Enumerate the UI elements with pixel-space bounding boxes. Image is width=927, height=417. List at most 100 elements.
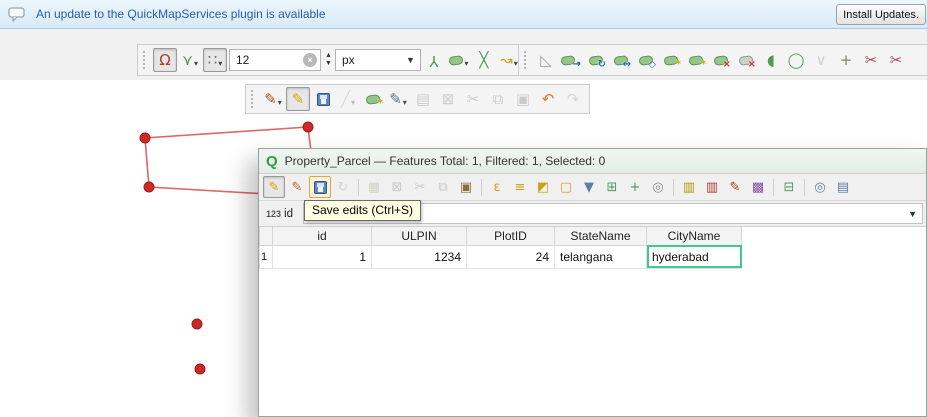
save-layer-edits-button[interactable] xyxy=(311,87,335,111)
field-name-label: id xyxy=(284,207,293,220)
current-edits-button[interactable]: ✎ ▾ xyxy=(261,87,285,111)
enable-snapping-button[interactable]: Ω xyxy=(153,48,177,72)
column-header-ulpin[interactable]: ULPIN xyxy=(371,227,467,246)
attribute-table-toolbar: ✎ ✎ ↻ ▦ ⊠ ✂ ⧉ ▣ ε ≡ ◩ ▢ ▼ ⊞ + ◎ ▥ ▥ ✎ ▩ ⊟ ◎ ▤ xyxy=(259,174,926,201)
column-header-cityname[interactable]: CityName xyxy=(646,227,742,246)
rotate-feature-button[interactable]: ↻ xyxy=(584,48,608,72)
toggle-editing-button[interactable]: ✎ xyxy=(286,87,310,111)
toolbar-grip[interactable] xyxy=(251,90,256,108)
topological-editing-button[interactable]: Y xyxy=(422,48,446,72)
vertex-tool-button[interactable]: ✎ ▾ xyxy=(386,87,410,111)
point-feature xyxy=(194,363,206,375)
dock-attribute-table-button[interactable]: ⊟ xyxy=(778,176,800,198)
snapping-type-button[interactable]: ∷ ▾ xyxy=(203,48,227,72)
cell-cityname[interactable]: hyderabad xyxy=(646,244,742,269)
delete-field-button[interactable]: ▥ xyxy=(701,176,723,198)
add-ring-button[interactable]: * xyxy=(659,48,683,72)
column-header-plotid[interactable]: PlotID xyxy=(466,227,555,246)
undo-button[interactable]: ↶ xyxy=(536,87,560,111)
field-calculator-button[interactable]: ✎ xyxy=(724,176,746,198)
simplify-feature-button[interactable]: ◇ xyxy=(634,48,658,72)
row-number[interactable]: 1 xyxy=(259,244,273,269)
toolbar-grip[interactable] xyxy=(143,51,148,69)
offset-curve-button[interactable]: ◯ xyxy=(784,48,808,72)
delete-selected-button: ⊠ xyxy=(386,176,408,198)
cell-ulpin[interactable]: 1234 xyxy=(371,244,467,269)
select-all-button[interactable]: ≡ xyxy=(509,176,531,198)
save-edits-tooltip: Save edits (Ctrl+S) xyxy=(304,200,422,221)
undo-icon: ↶ xyxy=(541,89,555,108)
split-parts-button[interactable]: ✂ xyxy=(884,48,908,72)
window-titlebar[interactable]: Q Property_Parcel — Features Total: 1, F… xyxy=(259,149,926,174)
cut-features-icon: ✂ xyxy=(466,89,480,108)
toolbar-separator xyxy=(358,178,359,196)
filter-select-button[interactable]: ▼ xyxy=(578,176,600,198)
move-feature-button[interactable]: → ▾ xyxy=(559,48,583,72)
multi-edit-button[interactable]: ✎ xyxy=(286,176,308,198)
toggle-editing-button[interactable]: ✎ xyxy=(263,176,285,198)
snapping-mode-vertex-button[interactable]: ⋎ ▾ xyxy=(178,48,202,72)
field-selector[interactable]: 123 id xyxy=(266,208,293,220)
column-header-id[interactable]: id xyxy=(272,227,372,246)
save-layer-edits-icon xyxy=(316,92,330,106)
snapping-on-intersection-button[interactable]: ╳ xyxy=(472,48,496,72)
copy-features-button: ⧉ xyxy=(486,87,510,111)
split-parts-icon: ✂ xyxy=(889,50,903,69)
redo-button: ↷ xyxy=(561,87,585,111)
delete-ring-button[interactable]: × xyxy=(709,48,733,72)
actions-button[interactable]: ◎ xyxy=(809,176,831,198)
snapping-tolerance-input[interactable]: 12 × xyxy=(229,49,321,71)
cell-plotid[interactable]: 24 xyxy=(466,244,555,269)
avoid-overlap-dropdown-icon: ▾ xyxy=(464,59,469,68)
snapping-unit-select[interactable]: px ▼ xyxy=(334,49,421,71)
switch-to-form-view-button[interactable]: ▤ xyxy=(832,176,854,198)
cell-statename[interactable]: telangana xyxy=(554,244,647,269)
reshape-features-button: ∨ xyxy=(809,48,833,72)
vertex-tool-dropdown-icon: ▾ xyxy=(402,98,407,107)
paste-features-button[interactable]: ▣ xyxy=(455,176,477,198)
pan-to-selected-button[interactable]: + xyxy=(624,176,646,198)
enable-advanced-digitizing-button[interactable]: ◺ xyxy=(534,48,558,72)
new-field-button[interactable]: ▥ xyxy=(678,176,700,198)
step-down-icon: ▼ xyxy=(325,60,332,67)
add-ring-overlay-icon: * xyxy=(675,59,681,70)
conditional-formatting-button[interactable]: ▩ xyxy=(747,176,769,198)
add-feature-icon: ▦ xyxy=(367,179,381,195)
chevron-down-icon: ▼ xyxy=(406,55,415,65)
select-all-icon: ≡ xyxy=(514,179,526,195)
delete-field-icon: ▥ xyxy=(705,179,719,195)
delete-part-button[interactable]: × xyxy=(734,48,758,72)
zoom-to-selected-icon: ⊞ xyxy=(606,179,618,195)
split-features-button[interactable]: ✂ xyxy=(859,48,883,72)
install-updates-button[interactable]: Install Updates. xyxy=(836,4,926,25)
add-part-button[interactable]: * xyxy=(684,48,708,72)
fill-ring-button[interactable]: ◖ xyxy=(759,48,783,72)
paste-features-icon: ▣ xyxy=(515,89,531,108)
enable-snapping-icon: Ω xyxy=(159,50,171,69)
add-polygon-feature-button[interactable]: * xyxy=(361,87,385,111)
toolbar-grip[interactable] xyxy=(524,51,529,69)
trim-extend-button[interactable]: + xyxy=(834,48,858,72)
add-polygon-feature-overlay-icon: * xyxy=(377,98,383,109)
avoid-overlap-button[interactable]: ▾ xyxy=(447,48,471,72)
scale-feature-button[interactable]: ↔ xyxy=(609,48,633,72)
toolbar-separator xyxy=(481,178,482,196)
tolerance-stepper[interactable]: ▲ ▼ xyxy=(325,52,332,67)
flash-features-button[interactable]: ◎ xyxy=(647,176,669,198)
deselect-all-button[interactable]: ▢ xyxy=(555,176,577,198)
current-edits-dropdown-icon: ▾ xyxy=(277,98,282,107)
invert-selection-button[interactable]: ◩ xyxy=(532,176,554,198)
cell-id[interactable]: 1 xyxy=(272,244,372,269)
save-edits-button[interactable] xyxy=(309,176,331,198)
column-header-statename[interactable]: StateName xyxy=(554,227,647,246)
clear-icon[interactable]: × xyxy=(303,53,317,67)
filter-select-icon: ▼ xyxy=(584,179,594,195)
zoom-to-selected-button[interactable]: ⊞ xyxy=(601,176,623,198)
delete-part-overlay-icon: × xyxy=(747,59,756,70)
select-by-expression-button[interactable]: ε xyxy=(486,176,508,198)
row-header-corner[interactable] xyxy=(259,227,273,246)
digitize-with-segment-dropdown-icon: ▾ xyxy=(351,98,356,107)
modify-attributes-icon: ▤ xyxy=(415,89,431,108)
switch-to-form-view-icon: ▤ xyxy=(836,179,850,195)
attribute-table-area: id ULPIN PlotID StateName CityName 1 1 1234 24 te… xyxy=(259,227,926,416)
